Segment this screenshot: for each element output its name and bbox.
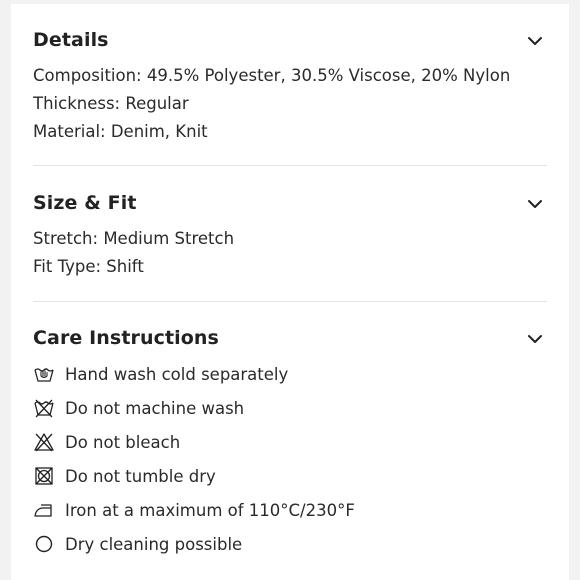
care-list: Hand wash cold separately Do not machine…: [33, 357, 547, 561]
size-fit-content: Stretch: Medium Stretch Fit Type: Shift: [33, 225, 547, 281]
chevron-down-icon[interactable]: [527, 331, 543, 347]
no-machine-wash-icon: [34, 399, 54, 418]
care-header[interactable]: Care Instructions: [33, 323, 547, 353]
size-fit-header[interactable]: Size & Fit: [33, 188, 547, 218]
dry-clean-icon: [35, 535, 53, 553]
divider: [33, 301, 547, 302]
details-composition: Composition: 49.5% Polyester, 30.5% Visc…: [33, 66, 511, 85]
product-info-card: Details Composition: 49.5% Polyester, 30…: [11, 4, 569, 580]
divider: [33, 165, 547, 166]
care-section: Care Instructions Hand wash cold separat…: [33, 323, 547, 561]
care-label: Do not bleach: [65, 432, 181, 452]
care-label: Dry cleaning possible: [65, 534, 243, 554]
care-item-dry-clean: Dry cleaning possible: [33, 527, 547, 561]
care-label: Hand wash cold separately: [65, 364, 289, 384]
care-label: Do not machine wash: [65, 398, 245, 418]
details-title: Details: [33, 29, 109, 51]
care-item-no-machine-wash: Do not machine wash: [33, 391, 547, 425]
chevron-down-icon[interactable]: [527, 33, 543, 49]
size-fit-type: Fit Type: Shift: [33, 257, 144, 276]
care-item-hand-wash: Hand wash cold separately: [33, 357, 547, 391]
details-thickness: Thickness: Regular: [33, 94, 189, 113]
no-tumble-dry-icon: [35, 467, 53, 485]
chevron-down-icon[interactable]: [527, 196, 543, 212]
size-fit-stretch: Stretch: Medium Stretch: [33, 229, 235, 248]
no-bleach-icon: [34, 433, 54, 452]
care-item-iron: Iron at a maximum of 110°C/230°F: [33, 493, 547, 527]
details-material: Material: Denim, Knit: [33, 122, 208, 141]
care-label: Do not tumble dry: [65, 466, 216, 486]
details-content: Composition: 49.5% Polyester, 30.5% Visc…: [33, 62, 547, 146]
size-fit-title: Size & Fit: [33, 192, 137, 214]
iron-icon: [34, 504, 52, 517]
hand-wash-icon: [34, 368, 54, 382]
details-header[interactable]: Details: [33, 25, 547, 55]
details-section: Details Composition: 49.5% Polyester, 30…: [33, 25, 547, 146]
size-fit-section: Size & Fit Stretch: Medium Stretch Fit T…: [33, 188, 547, 281]
care-title: Care Instructions: [33, 327, 219, 349]
care-item-no-tumble-dry: Do not tumble dry: [33, 459, 547, 493]
care-label: Iron at a maximum of 110°C/230°F: [65, 500, 355, 520]
care-item-no-bleach: Do not bleach: [33, 425, 547, 459]
